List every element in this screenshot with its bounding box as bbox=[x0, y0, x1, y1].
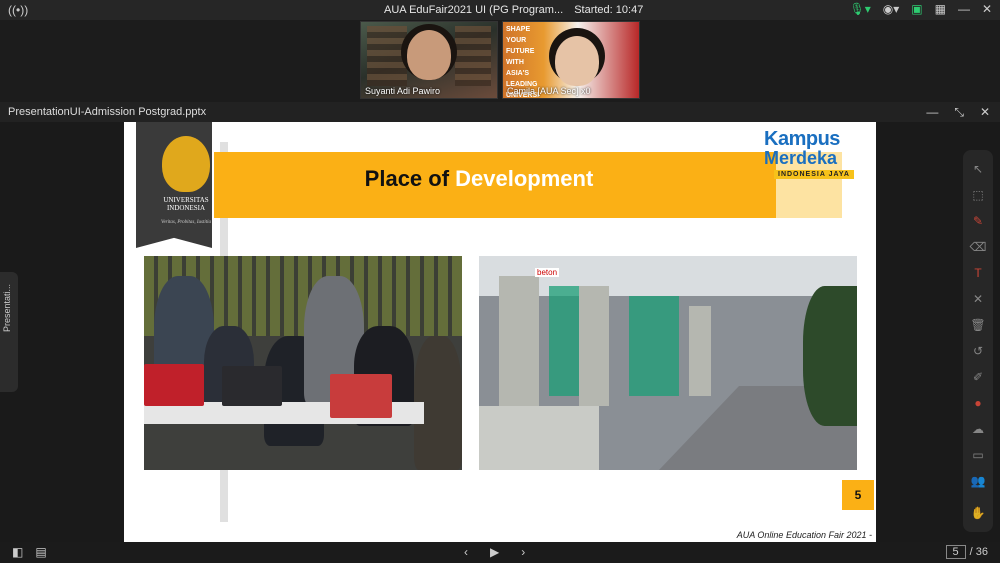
participant-name-2: Camila [AUA Sec] x0 bbox=[507, 86, 591, 96]
total-pages: / 36 bbox=[969, 546, 988, 558]
university-badge: UNIVERSITAS INDONESIA Veritas, Probitas,… bbox=[136, 122, 212, 248]
eraser-icon[interactable]: ⌫ bbox=[963, 240, 993, 254]
previous-slide-icon[interactable]: ‹ bbox=[464, 545, 468, 559]
toolbox-icon[interactable]: ▭ bbox=[963, 448, 993, 462]
started-time: Started: 10:47 bbox=[574, 4, 644, 16]
university-motto: Veritas, Probitas, Iustitia bbox=[160, 220, 212, 225]
scaffold-net bbox=[629, 296, 679, 396]
top-controls: 🎙▾ ◉▾ ▣ ▦ — ✕ bbox=[849, 2, 992, 16]
slide-page-number: 5 bbox=[842, 480, 874, 510]
clear-icon[interactable]: ✕ bbox=[963, 292, 993, 306]
indonesia-jaya-text: INDONESIA JAYA bbox=[774, 170, 854, 179]
slide-title-part1: Place of bbox=[364, 166, 456, 191]
bookshelf-background bbox=[455, 26, 491, 86]
participant-name-1: Suyanti Adi Pawiro bbox=[365, 86, 441, 96]
undo-icon[interactable]: ↺ bbox=[963, 344, 993, 358]
participant-video-1[interactable]: Suyanti Adi Pawiro bbox=[360, 21, 498, 99]
presentation-stage: Presentati... UNIVERSITAS INDONESIA Veri… bbox=[0, 122, 1000, 542]
notes-icon[interactable]: ▤ bbox=[35, 545, 46, 559]
sidebar-toggle-icon[interactable]: ◧ bbox=[12, 545, 23, 559]
page-indicator: 5 / 36 bbox=[945, 545, 988, 559]
participant-face bbox=[407, 30, 451, 80]
construction-photo: beton bbox=[479, 256, 857, 470]
laptop-screen bbox=[330, 374, 392, 418]
delete-icon[interactable]: 🗑 bbox=[963, 318, 993, 332]
window-title-bar: ((•)) AUA EduFair2021 UI (PG Program... … bbox=[0, 0, 1000, 20]
minimize-icon[interactable]: — bbox=[926, 105, 938, 120]
pointer-icon[interactable]: ↖ bbox=[963, 162, 993, 176]
grid-view-icon[interactable]: ▦ bbox=[935, 2, 946, 16]
makara-logo-icon bbox=[162, 136, 210, 192]
presentation-side-tab[interactable]: Presentati... bbox=[0, 272, 18, 392]
annotation-toolbar: ↖ ⬚ ✎ ⌫ T ✕ 🗑 ↺ ✐ ● ☁ ▭ 👥 ✋ bbox=[963, 150, 993, 532]
broadcast-icon[interactable]: ((•)) bbox=[8, 3, 28, 17]
participant-video-2[interactable]: SHAPE YOUR FUTURE WITH ASIA'S LEADING UN… bbox=[502, 21, 640, 99]
presentation-window-controls: — ⤡ ✕ bbox=[926, 105, 990, 120]
presentation-file-name: PresentationUI-Admission Postgrad.pptx bbox=[8, 106, 207, 118]
text-icon[interactable]: T bbox=[963, 266, 993, 280]
microphone-icon[interactable]: 🎙▾ bbox=[849, 2, 870, 16]
pillar bbox=[579, 286, 609, 406]
close-icon[interactable]: ✕ bbox=[980, 105, 990, 120]
participant-face bbox=[555, 36, 599, 86]
participant-name-2-text: Camila [AUA Sec] bbox=[507, 86, 579, 96]
university-name: UNIVERSITAS INDONESIA bbox=[163, 196, 209, 212]
presentation-title-bar: PresentationUI-Admission Postgrad.pptx —… bbox=[0, 102, 1000, 122]
exit-fullscreen-icon[interactable]: ⤡ bbox=[954, 105, 964, 120]
kampus-merdeka-logo: Kampus Merdeka INDONESIA JAYA bbox=[764, 128, 874, 184]
participant-suffix: x0 bbox=[581, 86, 591, 96]
slide-footer: AUA Online Education Fair 2021 - bbox=[736, 530, 872, 540]
slogan-line: SHAPE bbox=[506, 26, 531, 33]
slogan-line: WITH bbox=[506, 59, 524, 66]
slide-title-part2: Development bbox=[455, 166, 594, 191]
close-icon[interactable]: ✕ bbox=[982, 2, 992, 16]
cloud-icon[interactable]: ☁ bbox=[963, 422, 993, 436]
pillar bbox=[499, 276, 539, 406]
meeting-title-text: AUA EduFair2021 UI (PG Program... bbox=[384, 4, 564, 16]
next-slide-icon[interactable]: › bbox=[521, 545, 525, 559]
view-controls: ◧ ▤ bbox=[12, 545, 47, 559]
participants-icon[interactable]: 👥 bbox=[963, 474, 993, 488]
slogan-line: YOUR bbox=[506, 37, 527, 44]
current-page-input[interactable]: 5 bbox=[945, 545, 966, 559]
slogan-line: ASIA'S bbox=[506, 70, 530, 77]
tree bbox=[803, 286, 857, 426]
slide: UNIVERSITAS INDONESIA Veritas, Probitas,… bbox=[124, 122, 876, 542]
meeting-title: AUA EduFair2021 UI (PG Program... Starte… bbox=[384, 4, 643, 16]
pillar bbox=[689, 306, 711, 396]
speaker-icon[interactable]: ◉▾ bbox=[883, 2, 900, 16]
side-tab-label: Presentati... bbox=[2, 283, 12, 332]
edit-icon[interactable]: ✐ bbox=[963, 370, 993, 384]
video-strip: Suyanti Adi Pawiro SHAPE YOUR FUTURE WIT… bbox=[0, 20, 1000, 102]
elevated-deck bbox=[479, 406, 599, 470]
slogan-line: FUTURE bbox=[506, 48, 535, 55]
students-photo bbox=[144, 256, 462, 470]
minimize-icon[interactable]: — bbox=[958, 2, 970, 16]
play-icon[interactable]: ▶ bbox=[490, 545, 499, 559]
slide-navigation: ‹ ▶ › bbox=[464, 545, 525, 559]
screen-share-icon[interactable]: ▣ bbox=[911, 2, 922, 16]
slideshow-controls-bar: ◧ ▤ ‹ ▶ › 5 / 36 bbox=[0, 542, 1000, 563]
chat-icon[interactable]: ● bbox=[963, 396, 993, 410]
hand-icon[interactable]: ✋ bbox=[963, 506, 993, 520]
select-icon[interactable]: ⬚ bbox=[963, 188, 993, 202]
laptop-black bbox=[222, 366, 282, 406]
laptop-red bbox=[144, 364, 204, 406]
slide-title: Place of Development bbox=[214, 166, 744, 192]
beton-sign: beton bbox=[535, 268, 560, 277]
merdeka-text: Merdeka bbox=[764, 148, 838, 168]
pen-icon[interactable]: ✎ bbox=[963, 214, 993, 228]
